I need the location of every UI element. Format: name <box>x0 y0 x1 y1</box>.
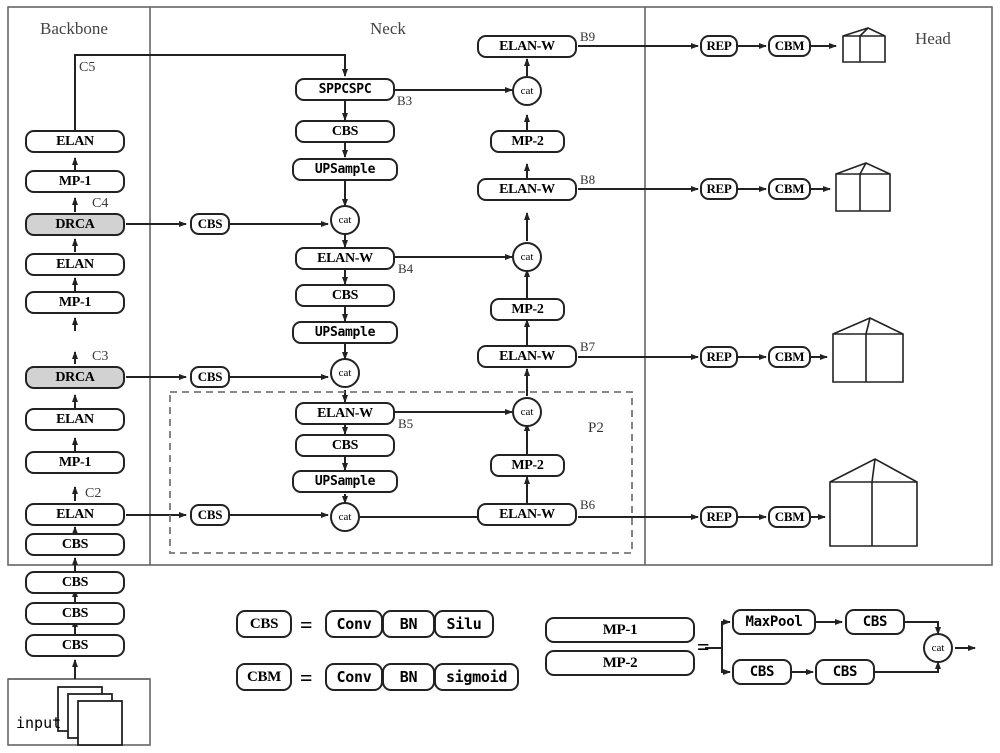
output-cube-xlarge <box>829 458 918 547</box>
output-cube-large <box>832 317 904 383</box>
backbone-block-cbs-a[interactable]: CBS <box>25 533 125 556</box>
head-cbm-1[interactable]: CBM <box>768 35 811 57</box>
legend-mp-top-cbs: CBS <box>845 609 905 635</box>
legend-mp-cat: cat <box>923 633 953 663</box>
legend-cbm-equals: = <box>300 665 313 690</box>
tag-b9: B9 <box>580 29 596 44</box>
neck-upsample-1[interactable]: UPSample <box>292 158 398 181</box>
legend-mp-maxpool: MaxPool <box>732 609 816 635</box>
neck-upsample-2[interactable]: UPSample <box>292 321 398 344</box>
tag-b8: B8 <box>580 172 596 187</box>
tap-label-c3: C3 <box>92 349 109 364</box>
tag-b5: B5 <box>398 416 414 431</box>
diagram-canvas: Backbone Neck Head ELAN MP-1 DRCA ELAN M… <box>0 0 1000 753</box>
backbone-block-cbs-d[interactable]: CBS <box>25 634 125 657</box>
backbone-block-mp1-c[interactable]: MP-1 <box>25 451 125 474</box>
p2-label: P2 <box>588 420 604 436</box>
head-rep-4[interactable]: REP <box>700 506 738 528</box>
input-label: input <box>16 714 62 732</box>
neck-sppcspc[interactable]: SPPCSPC <box>295 78 395 101</box>
tap-label-c2: C2 <box>85 486 102 501</box>
neck-elanw-b6[interactable]: ELAN-W <box>477 503 577 526</box>
neck-cat-6[interactable]: cat <box>512 76 542 106</box>
head-cbm-4[interactable]: CBM <box>768 506 811 528</box>
tag-b4: B4 <box>398 261 414 276</box>
neck-elanw-b8[interactable]: ELAN-W <box>477 178 577 201</box>
backbone-block-elan-c2[interactable]: ELAN <box>25 503 125 526</box>
tag-b6: B6 <box>580 497 596 512</box>
tap-label-c4: C4 <box>92 196 109 211</box>
diagram-connectors <box>7 6 993 746</box>
head-cbm-2[interactable]: CBM <box>768 178 811 200</box>
legend-mp1-name: MP-1 <box>545 617 695 643</box>
neck-cbs-3[interactable]: CBS <box>295 434 395 457</box>
backbone-block-elan-b[interactable]: ELAN <box>25 408 125 431</box>
legend-cbs-equals: = <box>300 612 313 637</box>
head-rep-2[interactable]: REP <box>700 178 738 200</box>
tag-b3: B3 <box>397 93 413 108</box>
head-rep-3[interactable]: REP <box>700 346 738 368</box>
output-cube-small <box>842 27 886 63</box>
head-cbm-3[interactable]: CBM <box>768 346 811 368</box>
neck-lateral-cbs-c3[interactable]: CBS <box>190 366 230 388</box>
neck-elanw-b5[interactable]: ELAN-W <box>295 402 395 425</box>
tag-b7: B7 <box>580 339 596 354</box>
legend-mp-bottom-cbs-1: CBS <box>732 659 792 685</box>
neck-cbs-2[interactable]: CBS <box>295 284 395 307</box>
legend-cbs-part-bn: BN <box>382 610 435 638</box>
backbone-block-drca-c3[interactable]: DRCA <box>25 366 125 389</box>
neck-cat-1[interactable]: cat <box>330 205 360 235</box>
backbone-block-elan-c5[interactable]: ELAN <box>25 130 125 153</box>
legend-mp-bottom-cbs-2: CBS <box>815 659 875 685</box>
input-image-stack <box>57 686 123 746</box>
legend-cbm-name: CBM <box>236 663 292 691</box>
neck-cat-2[interactable]: cat <box>330 358 360 388</box>
legend-cbs-part-conv: Conv <box>325 610 383 638</box>
backbone-block-mp1-a[interactable]: MP-1 <box>25 170 125 193</box>
backbone-block-cbs-c[interactable]: CBS <box>25 602 125 625</box>
legend-mp2-name: MP-2 <box>545 650 695 676</box>
neck-elanw-b9[interactable]: ELAN-W <box>477 35 577 58</box>
section-title-backbone: Backbone <box>40 19 108 38</box>
neck-mp2-3[interactable]: MP-2 <box>490 130 565 153</box>
neck-cat-4[interactable]: cat <box>512 397 542 427</box>
neck-elanw-b7[interactable]: ELAN-W <box>477 345 577 368</box>
legend-cbm-part-conv: Conv <box>325 663 383 691</box>
neck-mp2-1[interactable]: MP-2 <box>490 454 565 477</box>
legend-cbm-part-sigmoid: sigmoid <box>434 663 519 691</box>
section-title-head: Head <box>915 29 951 48</box>
backbone-block-mp1-b[interactable]: MP-1 <box>25 291 125 314</box>
backbone-block-elan-a[interactable]: ELAN <box>25 253 125 276</box>
neck-cat-5[interactable]: cat <box>512 242 542 272</box>
head-rep-1[interactable]: REP <box>700 35 738 57</box>
backbone-block-drca-c4[interactable]: DRCA <box>25 213 125 236</box>
legend-cbs-part-silu: Silu <box>434 610 494 638</box>
legend-cbs-name: CBS <box>236 610 292 638</box>
neck-elanw-b4[interactable]: ELAN-W <box>295 247 395 270</box>
head-arrows <box>578 43 837 520</box>
legend-cbm-part-bn: BN <box>382 663 435 691</box>
neck-lateral-cbs-c2[interactable]: CBS <box>190 504 230 526</box>
neck-lateral-cbs-c4[interactable]: CBS <box>190 213 230 235</box>
tap-label-c5: C5 <box>79 60 96 75</box>
neck-mp2-2[interactable]: MP-2 <box>490 298 565 321</box>
neck-cbs-1[interactable]: CBS <box>295 120 395 143</box>
output-cube-medium <box>835 162 891 212</box>
backbone-block-cbs-b[interactable]: CBS <box>25 571 125 594</box>
neck-upsample-3[interactable]: UPSample <box>292 470 398 493</box>
neck-cat-3[interactable]: cat <box>330 502 360 532</box>
section-title-neck: Neck <box>370 19 406 38</box>
legend-mp-equals: = <box>697 634 710 659</box>
